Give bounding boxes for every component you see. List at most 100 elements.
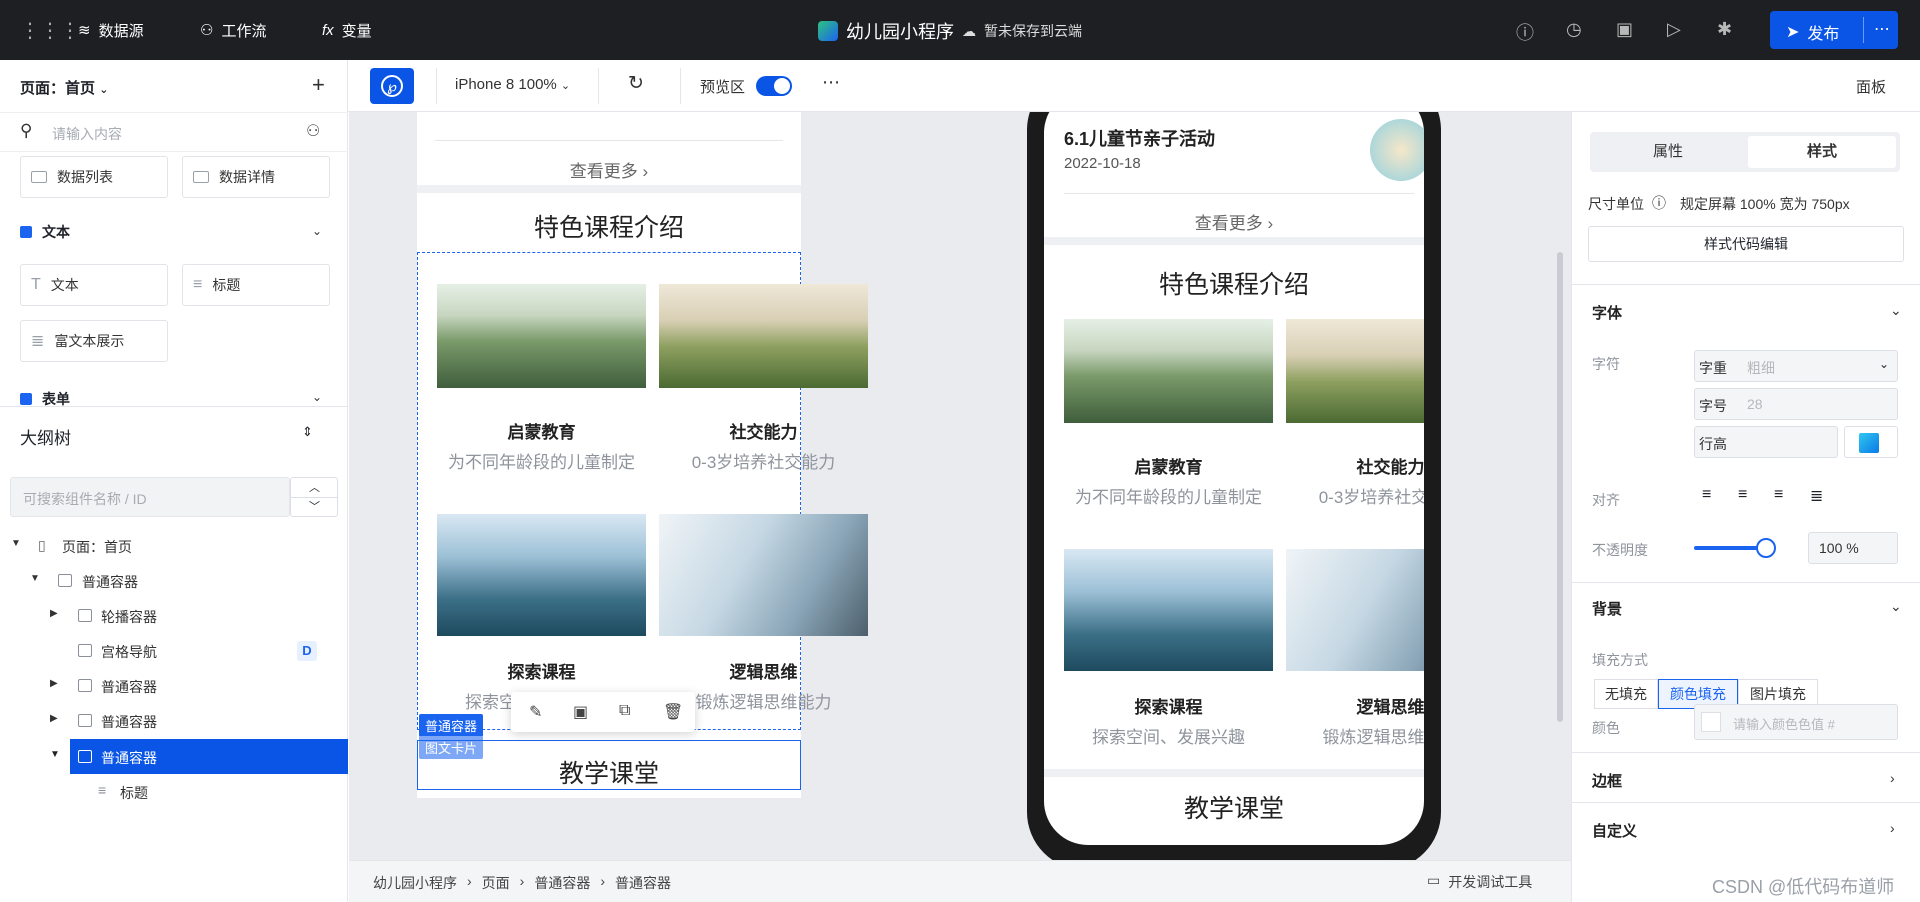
tree-node-container[interactable]: ▶ 普通容器	[0, 668, 348, 703]
datasource-label: 数据源	[98, 22, 144, 40]
more-link[interactable]: 查看更多 ›	[417, 157, 801, 182]
news-thumbnail	[1370, 119, 1424, 181]
align-right-icon[interactable]: ≡	[1774, 486, 1783, 504]
comp-rich-text[interactable]: ≣ 富文本展示	[20, 320, 168, 362]
container-icon	[78, 679, 92, 692]
tree-node-heading[interactable]: ≡ 标题	[0, 774, 348, 809]
save-icon[interactable]: ▣	[1616, 19, 1633, 40]
info-icon[interactable]: ⓘ	[1652, 193, 1666, 213]
tree-node-container[interactable]: ▼ 普通容器	[0, 563, 348, 598]
breadcrumb-item[interactable]: 页面	[482, 873, 510, 893]
debug-icon[interactable]: ✱	[1717, 19, 1732, 40]
devtools-button[interactable]: ▭ 开发调试工具	[1427, 872, 1532, 892]
opacity-input[interactable]: 100 %	[1808, 532, 1898, 564]
tree-node-grid-nav[interactable]: 宫格导航 D	[0, 633, 348, 668]
chevron-right-icon[interactable]: ›	[1890, 770, 1895, 786]
tab-style[interactable]: 样式	[1748, 136, 1896, 168]
app-logo-icon	[818, 21, 838, 41]
breadcrumb-item[interactable]: 普通容器	[615, 873, 671, 893]
collapse-arrow-icon[interactable]: ▶	[50, 608, 58, 619]
expand-icon[interactable]: ▼	[11, 538, 21, 549]
font-color-picker[interactable]	[1844, 426, 1898, 458]
refresh-icon[interactable]: ↻	[628, 72, 644, 95]
run-icon[interactable]: ▷	[1667, 19, 1681, 40]
save-icon[interactable]: ▣	[573, 702, 588, 722]
publish-button[interactable]: ➤ 发布 ⋯	[1770, 11, 1898, 49]
font-weight-select[interactable]: 字重 粗细 ⌄	[1694, 350, 1898, 382]
apps-grid-icon[interactable]: ⋮⋮⋮	[20, 19, 80, 42]
color-input[interactable]: 请输入颜色色值 #	[1694, 704, 1898, 740]
font-size-input[interactable]: 字号 28	[1694, 388, 1898, 420]
align-left-icon[interactable]: ≡	[1702, 486, 1711, 504]
help-icon[interactable]: ⓘ	[1516, 19, 1534, 45]
align-center-icon[interactable]: ≡	[1738, 486, 1747, 504]
outline-stepper[interactable]: ︿ ﹀	[290, 477, 338, 517]
workflow-menu[interactable]: ⚇ 工作流	[200, 19, 266, 41]
page-selector[interactable]: 页面：首页 ⌄	[20, 77, 108, 98]
more-link[interactable]: 查看更多 ›	[1044, 209, 1424, 234]
delete-icon[interactable]: 🗑	[663, 702, 683, 722]
panel-button[interactable]: 面板	[1856, 76, 1886, 97]
border-section-header[interactable]: 边框	[1592, 770, 1622, 791]
card-image	[437, 514, 646, 636]
fill-label: 填充方式	[1592, 652, 1648, 668]
device-selector[interactable]: iPhone 8 100% ⌄	[455, 76, 570, 93]
line-height-input[interactable]: 行高	[1694, 426, 1838, 458]
canvas-scrollbar[interactable]	[1557, 252, 1563, 722]
chevron-up-icon[interactable]: ︿	[309, 479, 320, 495]
tab-properties[interactable]: 属性	[1594, 136, 1742, 168]
text-section-header[interactable]: 文本	[20, 222, 70, 242]
add-page-icon[interactable]: +	[312, 72, 325, 98]
heading-icon: ≡	[193, 276, 203, 293]
chevron-down-icon[interactable]: ⌄	[312, 224, 322, 238]
chevron-down-icon[interactable]: ﹀	[309, 498, 320, 514]
carousel-icon	[78, 609, 92, 622]
edit-icon[interactable]: ✎	[529, 702, 542, 722]
outline-search-input[interactable]: 可搜索组件名称 / ID	[10, 477, 290, 517]
chevron-down-icon[interactable]: ⌄	[312, 390, 322, 404]
panel-tabs: 属性 样式	[1590, 132, 1900, 172]
publish-more-icon[interactable]: ⋯	[1874, 19, 1891, 39]
tree-node-container-selected[interactable]: 普通容器	[70, 739, 348, 774]
tree-node-container[interactable]: ▶ 普通容器	[0, 703, 348, 738]
container-icon	[78, 750, 92, 763]
more-icon[interactable]: ⋯	[822, 72, 840, 93]
chevron-right-icon: ›	[1267, 214, 1274, 233]
preview-toggle[interactable]	[756, 76, 792, 96]
tree-node-page[interactable]: ▼ ▯ 页面：首页	[0, 528, 348, 563]
chevron-down-icon[interactable]: ⌄	[1890, 598, 1902, 615]
collapse-arrow-icon[interactable]: ▶	[50, 678, 58, 689]
expand-icon[interactable]: ▼	[50, 749, 60, 760]
collapse-icon[interactable]: ⇕	[302, 424, 313, 440]
fill-none-button[interactable]: 无填充	[1594, 679, 1658, 709]
copy-icon[interactable]: ⧉	[619, 702, 630, 720]
custom-section-header[interactable]: 自定义	[1592, 820, 1637, 841]
user-search-icon[interactable]: ⚇	[306, 121, 320, 141]
search-input[interactable]: 请输入内容	[52, 124, 122, 144]
comp-text[interactable]: T 文本	[20, 264, 168, 306]
style-code-button[interactable]: 样式代码编辑	[1588, 226, 1904, 262]
breadcrumb-item[interactable]: 普通容器	[534, 873, 590, 893]
opacity-slider-handle[interactable]	[1756, 538, 1776, 558]
expand-icon[interactable]: ▼	[30, 573, 40, 584]
datasource-menu[interactable]: ≋ 数据源	[78, 19, 144, 41]
collapse-arrow-icon[interactable]: ▶	[50, 713, 58, 724]
history-icon[interactable]: ◷	[1566, 19, 1582, 40]
font-section-header[interactable]: 字体	[1592, 302, 1622, 323]
chevron-down-icon[interactable]: ⌄	[1890, 302, 1902, 319]
tree-label: 页面：首页	[62, 539, 132, 555]
background-section-header[interactable]: 背景	[1592, 598, 1622, 619]
align-justify-icon[interactable]: ≣	[1810, 486, 1823, 506]
mini-program-button[interactable]: ℘	[370, 68, 414, 104]
comp-data-list[interactable]: 数据列表	[20, 156, 168, 198]
variables-menu[interactable]: fx 变量	[322, 19, 372, 41]
section-gap	[417, 185, 801, 193]
chevron-right-icon: ›	[519, 873, 525, 889]
card-image	[1064, 319, 1273, 423]
tree-node-carousel[interactable]: ▶ 轮播容器	[0, 598, 348, 633]
comp-heading[interactable]: ≡ 标题	[182, 264, 330, 306]
component-search[interactable]: ⚲ 请输入内容 ⚇	[0, 112, 348, 152]
breadcrumb-item[interactable]: 幼儿园小程序	[373, 873, 457, 893]
comp-data-detail[interactable]: 数据详情	[182, 156, 330, 198]
chevron-right-icon[interactable]: ›	[1890, 820, 1895, 836]
